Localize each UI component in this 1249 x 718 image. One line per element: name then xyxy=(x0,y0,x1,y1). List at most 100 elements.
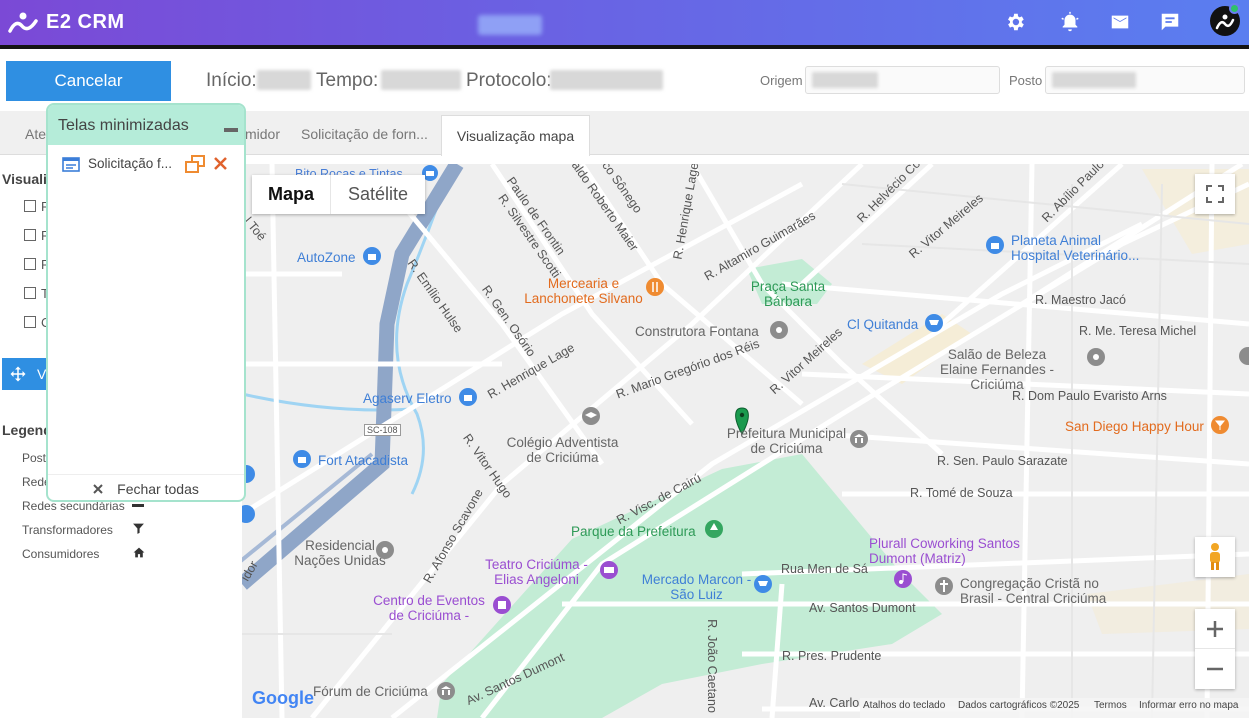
poi-label[interactable]: Fort Atacadista xyxy=(318,453,408,468)
event-pin-icon[interactable] xyxy=(492,595,512,615)
origem-label: Origem xyxy=(760,73,803,88)
protocolo-value-blurred xyxy=(550,70,663,90)
map-type-satellite-button[interactable]: Satélite xyxy=(331,175,425,214)
close-all-button[interactable]: Fechar todas xyxy=(48,474,244,502)
poi-label[interactable]: Salão de Beleza Elaine Fernandes - Crici… xyxy=(932,347,1062,392)
google-logo: Google xyxy=(252,688,314,708)
place-pin-icon[interactable] xyxy=(1086,347,1106,367)
layer-checkbox[interactable] xyxy=(24,258,36,270)
close-window-icon[interactable] xyxy=(214,157,227,170)
tab-consumidor[interactable]: midor xyxy=(245,126,280,142)
minimized-window-item[interactable]: Solicitação f... xyxy=(62,155,237,175)
inicio-label: Início: xyxy=(206,70,257,91)
move-button[interactable]: V xyxy=(2,358,48,390)
protocolo-label: Protocolo: xyxy=(466,70,552,91)
legend-consumidores: Consumidores xyxy=(22,547,100,561)
place-pin-icon[interactable] xyxy=(375,540,395,560)
government-pin-icon[interactable] xyxy=(436,681,456,701)
poi-label[interactable]: Construtora Fontana xyxy=(635,324,759,339)
posto-field[interactable] xyxy=(1045,66,1245,94)
close-all-x-icon xyxy=(93,483,103,494)
report-map-error-link[interactable]: Informar erro no mapa xyxy=(1139,700,1239,711)
minimized-panel-header: Telas minimizadas xyxy=(48,105,244,145)
minimized-window-label: Solicitação f... xyxy=(88,156,173,171)
map-type-switcher: Mapa Satélite xyxy=(252,175,425,214)
tab-solicitacao[interactable]: Solicitação de forn... xyxy=(301,126,428,142)
chat-icon[interactable] xyxy=(1159,11,1181,33)
layer-checkbox[interactable] xyxy=(24,287,36,299)
layer-checkbox[interactable] xyxy=(24,229,36,241)
store-pin-icon[interactable] xyxy=(985,235,1005,255)
settings-gear-icon[interactable] xyxy=(1004,11,1026,33)
home-icon xyxy=(133,547,145,558)
place-pin-icon[interactable] xyxy=(769,320,789,340)
store-pin-icon[interactable] xyxy=(242,504,256,524)
street-label: R. Tomé de Souza xyxy=(910,486,1013,500)
minimize-panel-button[interactable] xyxy=(224,128,238,132)
map-view[interactable]: l Toé Bito Roças e Tintas Paulo de Front… xyxy=(242,164,1249,718)
store-pin-icon[interactable] xyxy=(362,246,382,266)
legend-title: Legend xyxy=(2,422,52,438)
poi-label[interactable]: Colégio Adventista de Criciúma xyxy=(500,435,625,465)
store-pin-icon[interactable] xyxy=(458,387,478,407)
shopping-cart-pin-icon[interactable] xyxy=(753,574,773,594)
poi-label[interactable]: AutoZone xyxy=(297,250,356,265)
poi-label[interactable]: San Diego Happy Hour xyxy=(1065,419,1204,434)
cancel-button[interactable]: Cancelar xyxy=(6,61,171,101)
layer-checkbox[interactable] xyxy=(24,200,36,212)
place-pin-icon[interactable] xyxy=(1238,346,1249,366)
layer-checkbox[interactable] xyxy=(24,316,36,328)
highway-shield-label: SC-108 xyxy=(364,424,401,436)
app-logo[interactable]: E2 CRM xyxy=(8,8,125,36)
minimized-windows-panel: Telas minimizadas Solicitação f... Fecha… xyxy=(46,103,246,502)
poi-label[interactable]: Centro de Eventos de Criciúma - José... xyxy=(369,593,489,623)
tab-atendimento[interactable]: Ate xyxy=(25,126,46,142)
street-label: Av. Santos Dumont xyxy=(809,601,916,615)
keyboard-shortcuts-link[interactable]: Atalhos do teclado xyxy=(863,700,945,711)
music-pin-icon[interactable] xyxy=(893,569,913,589)
zoom-out-button[interactable] xyxy=(1195,649,1235,689)
store-pin-icon[interactable] xyxy=(292,449,312,469)
street-label: Rua Men de Sá xyxy=(781,562,868,576)
alarm-bell-icon[interactable] xyxy=(1059,11,1081,33)
street-view-pegman-button[interactable] xyxy=(1195,537,1235,577)
school-pin-icon[interactable] xyxy=(581,406,601,426)
filter-funnel-icon xyxy=(133,523,144,534)
park-tree-pin-icon[interactable] xyxy=(704,519,724,539)
origem-field[interactable] xyxy=(805,66,1000,94)
blurred-user-info xyxy=(478,15,542,35)
church-pin-icon[interactable] xyxy=(934,576,954,596)
poi-label[interactable]: Praça Santa Bárbara xyxy=(748,279,828,309)
bar-pin-icon[interactable] xyxy=(1210,415,1230,435)
poi-label[interactable]: Planeta Animal Hospital Veterinário... xyxy=(1011,233,1149,263)
zoom-in-button[interactable] xyxy=(1195,609,1235,649)
mail-icon[interactable] xyxy=(1109,11,1131,33)
shopping-cart-pin-icon[interactable] xyxy=(924,313,944,333)
poi-label[interactable]: Congregação Cristã no Brasil - Central C… xyxy=(960,576,1120,606)
poi-label[interactable]: Teatro Criciúma - Elias Angeloni xyxy=(479,557,594,587)
theater-pin-icon[interactable] xyxy=(599,560,619,580)
restaurant-pin-icon[interactable] xyxy=(645,277,665,297)
poi-label[interactable]: Fórum de Criciúma xyxy=(313,684,428,699)
street-label: R. Pres. Prudente xyxy=(782,649,882,663)
tab-visualizacao-mapa[interactable]: Visualização mapa xyxy=(441,115,590,156)
street-label: Av. Carlo xyxy=(809,696,860,710)
poi-label[interactable]: Parque da Prefeitura xyxy=(571,524,696,539)
map-type-mapa-button[interactable]: Mapa xyxy=(252,175,331,214)
fullscreen-button[interactable] xyxy=(1195,174,1235,214)
inicio-value-blurred xyxy=(257,70,311,90)
street-label: R. Sen. Paulo Sarazate xyxy=(937,454,1068,468)
terms-link[interactable]: Termos xyxy=(1094,700,1127,711)
minus-icon xyxy=(1207,667,1223,671)
poi-label[interactable]: Agaserv Eletro xyxy=(363,391,452,406)
zoom-controls xyxy=(1195,609,1235,689)
restore-window-icon[interactable] xyxy=(184,155,206,173)
window-icon xyxy=(62,157,80,172)
poi-label[interactable]: Prefeitura Municipal de Criciúma xyxy=(719,426,854,456)
government-pin-icon[interactable] xyxy=(849,429,869,449)
poi-label[interactable]: Mercearia e Lanchonete Silvano xyxy=(516,276,651,306)
poi-label[interactable]: Mercado Marcon - São Luiz xyxy=(639,572,754,602)
poi-label[interactable]: Plurall Coworking Santos Dumont (Matriz) xyxy=(869,536,1034,566)
street-label: R. Me. Teresa Michel xyxy=(1079,324,1197,338)
poi-label[interactable]: Cl Quitanda xyxy=(847,317,918,332)
